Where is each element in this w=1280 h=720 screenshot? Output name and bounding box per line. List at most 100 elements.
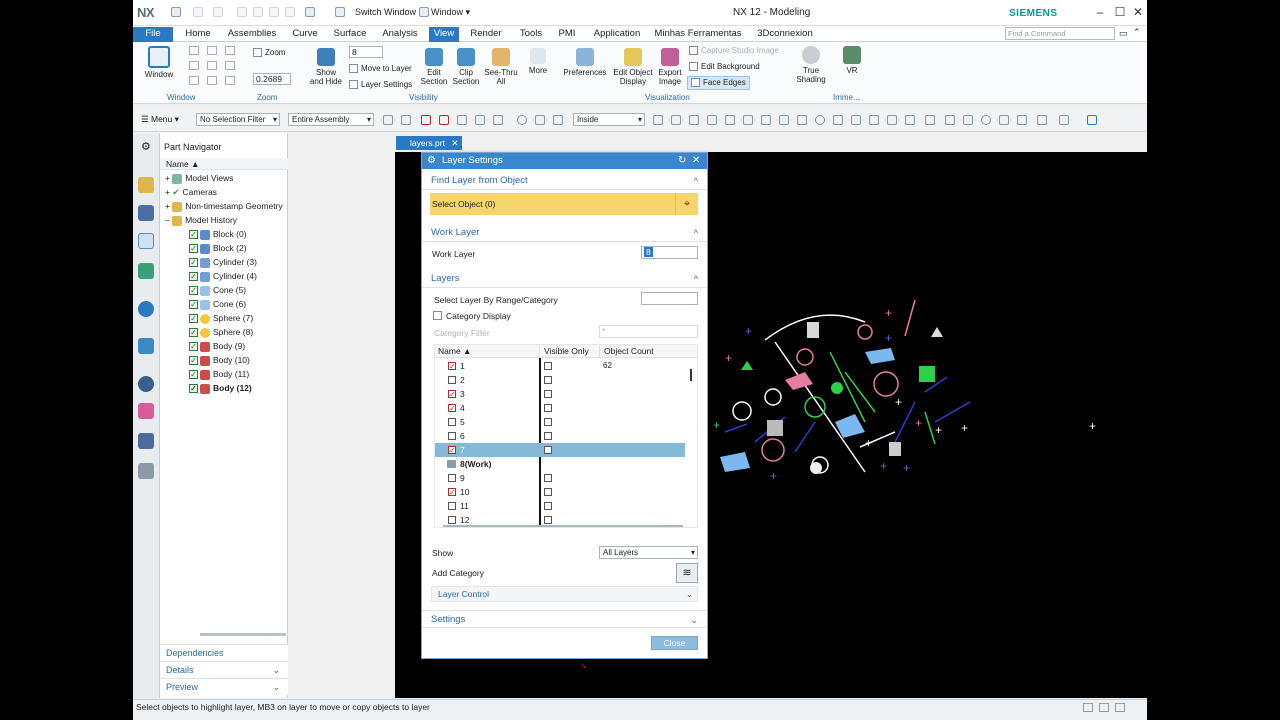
tab-view[interactable]: View (429, 27, 459, 42)
nav-item-cameras[interactable]: + ✔ Cameras (165, 185, 217, 199)
face-edges-toggle[interactable]: Face Edges (687, 76, 750, 90)
visible-only-checkbox[interactable] (544, 390, 552, 398)
status-icon[interactable] (1099, 703, 1109, 712)
arc-snap-icon[interactable] (743, 115, 753, 125)
clip-section-button[interactable]: Clip Section (451, 48, 481, 86)
repeat-command-icon[interactable] (285, 7, 295, 17)
layer-visible-checkbox[interactable] (448, 474, 456, 482)
capture-studio-image-button[interactable]: Capture Studio Image (689, 46, 779, 56)
part-navigator-header[interactable]: Name ▲ (160, 158, 288, 170)
nav-item-cone-6[interactable]: ✓ Cone (6) (189, 297, 246, 311)
visible-only-checkbox[interactable] (544, 404, 552, 412)
reset-icon[interactable]: ↻ (678, 153, 686, 169)
switch-window-icon[interactable] (335, 7, 345, 17)
layer-visible-checkbox[interactable]: ✓ (448, 362, 456, 371)
switch-window-button[interactable]: Switch Window (355, 7, 416, 17)
wcs-icon[interactable] (963, 115, 973, 125)
close-icon[interactable]: ✕ (1131, 5, 1145, 19)
roles-icon[interactable] (138, 463, 154, 479)
visible-only-checkbox[interactable] (544, 502, 552, 510)
nav-item-block-2[interactable]: ✓ Block (2) (189, 241, 247, 255)
preview-panel[interactable]: Preview ⌄ (160, 678, 288, 695)
nav-item-body-12[interactable]: ✓ Body (12) (189, 381, 252, 395)
crosshair-icon[interactable]: ⌖ (675, 193, 698, 215)
zoom-value-input[interactable]: 0.2689 (253, 73, 291, 85)
nav-item-sphere-7[interactable]: ✓ Sphere (7) (189, 311, 253, 325)
layers-section-header[interactable]: Layers ^ (422, 270, 707, 288)
filter-icon[interactable] (383, 115, 393, 125)
horizontal-scrollbar[interactable] (200, 633, 286, 636)
true-shading-button[interactable]: True Shading (793, 46, 829, 84)
snap-quadrant-icon[interactable] (535, 115, 545, 125)
tab-curve[interactable]: Curve (287, 27, 323, 42)
layer-visible-checkbox[interactable] (448, 376, 456, 384)
maximize-icon[interactable]: ☐ (1113, 5, 1127, 19)
edit-object-display-button[interactable]: Edit Object Display (611, 48, 655, 86)
column-header-object-count[interactable]: Object Count (599, 345, 697, 358)
layer-row[interactable]: 9 (435, 471, 685, 485)
visible-only-checkbox[interactable] (544, 362, 552, 370)
visible-only-checkbox[interactable] (544, 488, 552, 496)
selection-mode-select[interactable]: Inside (573, 113, 645, 126)
tab-minhas-ferramentas[interactable]: Minhas Ferramentas (653, 27, 743, 42)
tab-home[interactable]: Home (179, 27, 217, 42)
layer-row[interactable]: ✓ 1 62 (435, 359, 685, 373)
window-button[interactable]: Window (141, 46, 177, 79)
selection-scope-select[interactable]: Entire Assembly (288, 113, 374, 126)
layer-row[interactable]: 11 (435, 499, 685, 513)
layer-visible-checkbox[interactable]: ✓ (448, 446, 456, 455)
nav-item-model-history[interactable]: – Model History (165, 213, 237, 227)
details-panel[interactable]: Details ⌄ (160, 661, 288, 678)
paste-icon[interactable] (269, 7, 279, 17)
layer-row[interactable]: 8(Work) (435, 457, 685, 471)
vr-button[interactable]: VR (839, 46, 865, 75)
work-layer-input[interactable]: 8 (641, 246, 698, 259)
nav-item-body-11[interactable]: ✓ Body (11) (189, 367, 249, 381)
document-tab[interactable]: layers.prt ✕ (396, 136, 462, 150)
layer-row[interactable]: ✓ 10 (435, 485, 685, 499)
find-layer-section-header[interactable]: Find Layer from Object ^ (422, 172, 707, 190)
settings-section-header[interactable]: Settings ⌄ (422, 610, 707, 628)
part-navigator-icon[interactable] (138, 233, 154, 249)
cut-icon[interactable] (237, 7, 247, 17)
layer-row[interactable]: 2 (435, 373, 685, 387)
snap-mid-icon[interactable] (457, 115, 467, 125)
category-display-checkbox[interactable] (433, 311, 442, 320)
layer-value-select[interactable]: 8 (349, 46, 383, 58)
visible-only-checkbox[interactable] (544, 474, 552, 482)
dependencies-panel[interactable]: Dependencies (160, 644, 288, 661)
ribbon-options-icon[interactable]: ▭ (1119, 28, 1128, 39)
close-button[interactable]: Close (651, 636, 698, 650)
collapse-ribbon-icon[interactable]: ⌃ (1133, 27, 1141, 38)
reuse-library-icon[interactable] (138, 263, 154, 279)
show-and-hide-button[interactable]: Show and Hide (309, 48, 343, 86)
undo-icon[interactable] (193, 7, 203, 17)
tab-render[interactable]: Render (465, 27, 507, 42)
snap-control-icon[interactable] (475, 115, 485, 125)
nav-item-cone-5[interactable]: ✓ Cone (5) (189, 283, 246, 297)
camera-icon[interactable] (945, 115, 955, 125)
status-icon[interactable] (1083, 703, 1093, 712)
move-to-layer-button[interactable]: Move to Layer (349, 64, 412, 74)
column-header-name[interactable]: Name ▲ (435, 345, 539, 358)
minimize-icon[interactable]: – (1093, 5, 1107, 19)
copy-icon[interactable] (253, 7, 263, 17)
tab-pmi[interactable]: PMI (553, 27, 581, 42)
selection-filter-select[interactable]: No Selection Filter (196, 113, 280, 126)
menu-button[interactable]: ☰ Menu ▾ (141, 114, 179, 125)
tab-analysis[interactable]: Analysis (377, 27, 423, 42)
curve-snap-icon[interactable] (725, 115, 735, 125)
redo-icon[interactable] (213, 7, 223, 17)
hd3d-tools-icon[interactable] (138, 301, 154, 317)
window-icon[interactable] (419, 7, 429, 17)
layer-row[interactable]: ✓ 7 (435, 443, 685, 457)
nav-item-block-0[interactable]: ✓ Block (0) (189, 227, 247, 241)
snap-end-icon[interactable] (439, 115, 449, 125)
layer-visible-checkbox[interactable] (448, 502, 456, 510)
rectangle-select-icon[interactable] (553, 115, 563, 125)
shaded-icon[interactable] (653, 115, 663, 125)
snap-center-icon[interactable] (517, 115, 527, 125)
nav-item-model-views[interactable]: + Model Views (165, 171, 233, 185)
constraint-navigator-icon[interactable] (138, 205, 154, 221)
dialog-gear-icon[interactable]: ⚙ (427, 153, 436, 169)
